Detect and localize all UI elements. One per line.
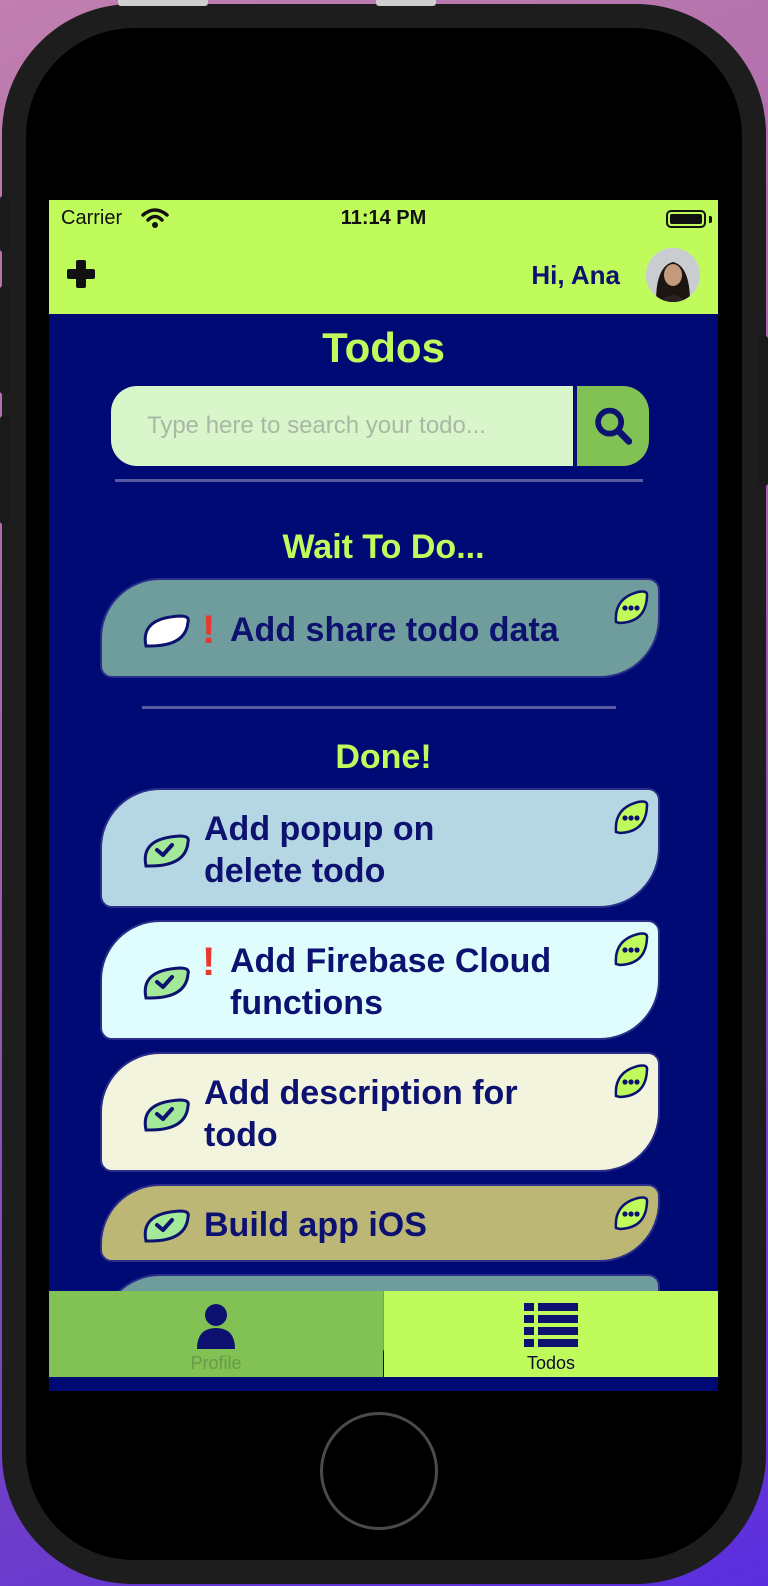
home-button[interactable] [320, 1412, 438, 1530]
battery-tip [709, 216, 712, 223]
plus-icon[interactable] [63, 256, 99, 292]
todo-card[interactable]: Add description for todo [100, 1052, 660, 1172]
checked-leaf-icon[interactable] [138, 1096, 192, 1132]
unchecked-leaf-icon[interactable] [138, 612, 192, 648]
todo-title-line2: functions [230, 984, 383, 1022]
greeting-text: Hi, Ana [531, 260, 620, 290]
list-icon [524, 1303, 578, 1347]
section-title-done: Done! [335, 738, 432, 776]
device-button [118, 0, 208, 6]
avatar-photo [646, 248, 700, 302]
more-options-icon[interactable] [612, 798, 650, 836]
todo-card[interactable]: ! Add Firebase Cloud functions [100, 920, 660, 1040]
checked-leaf-icon[interactable] [138, 1207, 192, 1243]
search-icon [595, 407, 633, 445]
more-options-icon[interactable] [612, 1062, 650, 1100]
todo-title: Add popup on [204, 810, 435, 848]
checked-leaf-icon[interactable] [138, 832, 192, 868]
device-side-button [758, 336, 768, 486]
todo-title-line2: delete todo [204, 852, 386, 890]
device-side-button [0, 416, 10, 524]
search-bar [111, 386, 649, 466]
tab-profile-label: Profile [190, 1353, 242, 1373]
app-header: Hi, Ana [49, 240, 718, 314]
todo-card[interactable]: Build app iOS [100, 1184, 660, 1262]
checked-leaf-icon[interactable] [138, 964, 192, 1000]
device-button [376, 0, 436, 6]
search-input[interactable] [111, 386, 573, 466]
page-title: Todos [322, 324, 445, 371]
tab-profile[interactable]: Profile [49, 1291, 383, 1377]
todo-title-line2: todo [204, 1116, 278, 1154]
more-options-icon[interactable] [612, 930, 650, 968]
battery-icon [666, 210, 706, 228]
person-icon [197, 1304, 235, 1349]
more-options-icon[interactable] [612, 588, 650, 626]
more-options-icon[interactable] [612, 1194, 650, 1232]
divider [115, 479, 643, 482]
avatar[interactable] [646, 248, 700, 302]
device-side-button [0, 196, 10, 252]
status-time: 11:14 PM [340, 207, 427, 229]
section-title-wait: Wait To Do... [282, 528, 485, 566]
tab-todos[interactable]: Todos [384, 1291, 718, 1377]
divider [142, 706, 616, 709]
todo-card[interactable]: ! Add share todo data [100, 578, 660, 678]
todo-card[interactable]: Add popup on delete todo [100, 788, 660, 908]
tab-bar: Profile Todos [49, 1291, 718, 1391]
todo-title: Build app iOS [204, 1206, 427, 1244]
todo-title: Add Firebase Cloud [230, 942, 552, 980]
search-button[interactable] [574, 386, 649, 466]
tab-todos-label: Todos [526, 1353, 576, 1373]
priority-icon: ! [202, 608, 216, 652]
priority-icon: ! [202, 940, 216, 984]
todo-title: Add description for [204, 1074, 518, 1112]
status-bar: Carrier 11:14 PM [49, 200, 718, 240]
todo-title: Add share todo data [230, 611, 559, 649]
app-screen: Carrier 11:14 PM Hi, Ana Todos Type here… [49, 200, 718, 1391]
device-side-button [0, 286, 10, 394]
